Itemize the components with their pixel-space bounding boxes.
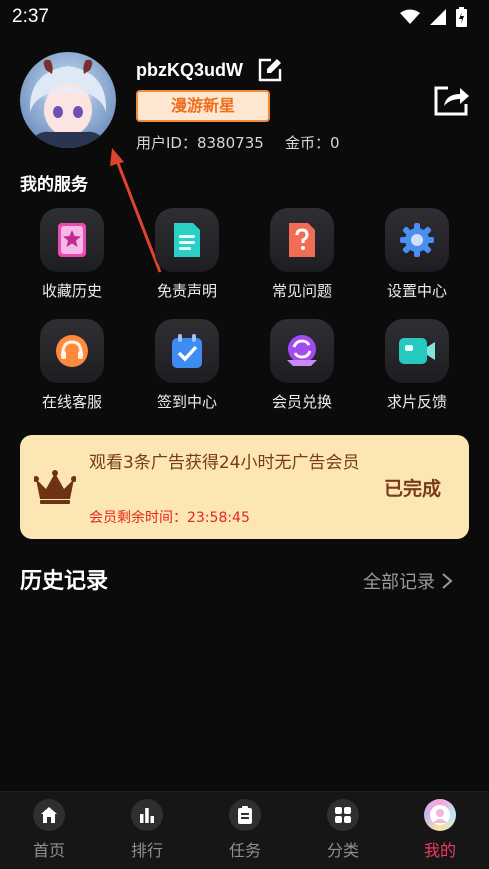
service-faq[interactable]: 常见问题 xyxy=(252,208,352,301)
avatar[interactable] xyxy=(20,52,116,148)
crown-icon xyxy=(34,470,76,504)
document-icon xyxy=(174,223,200,257)
vip-remaining-time: 会员剩余时间：23:58:45 xyxy=(89,510,250,526)
profile-avatar-icon xyxy=(430,805,450,825)
tab-label: 任务 xyxy=(228,841,261,860)
grid-icon xyxy=(335,807,351,823)
checkin-icon xyxy=(172,334,202,368)
service-label: 在线客服 xyxy=(41,393,102,411)
service-icon-wrap xyxy=(270,319,334,383)
tab-icon-wrap xyxy=(33,799,65,831)
tab-label: 首页 xyxy=(32,841,65,860)
service-icon-wrap xyxy=(155,319,219,383)
chart-icon xyxy=(140,808,154,823)
avatar-image xyxy=(20,52,116,148)
coin-balance: 金币：0 xyxy=(285,134,340,152)
tab-tasks[interactable]: 任务 xyxy=(196,792,294,869)
view-all-history-link[interactable]: 全部记录 xyxy=(363,568,453,594)
tab-icon-wrap xyxy=(131,799,163,831)
status-time: 2:37 xyxy=(12,6,49,27)
history-title: 历史记录 xyxy=(20,569,109,594)
tab-ranking[interactable]: 排行 xyxy=(98,792,196,869)
vip-ad-card[interactable]: 观看3条广告获得24小时无广告会员 会员剩余时间：23:58:45 已完成 xyxy=(20,435,469,539)
service-checkin[interactable]: 签到中心 xyxy=(137,319,237,412)
tab-home[interactable]: 首页 xyxy=(0,792,98,869)
tab-categories[interactable]: 分类 xyxy=(294,792,392,869)
service-online-support[interactable]: 在线客服 xyxy=(22,319,122,412)
service-label: 会员兑换 xyxy=(271,393,332,411)
status-bar: 2:37 xyxy=(0,0,489,34)
services-title: 我的服务 xyxy=(20,175,88,195)
video-camera-icon xyxy=(399,338,435,364)
service-icon-wrap xyxy=(270,208,334,272)
vip-offer-text: 观看3条广告获得24小时无广告会员 xyxy=(89,453,360,473)
service-label: 求片反馈 xyxy=(386,393,447,411)
service-icon-wrap xyxy=(40,208,104,272)
view-all-label: 全部记录 xyxy=(363,572,435,593)
gear-icon xyxy=(400,223,434,257)
service-favorites-history[interactable]: 收藏历史 xyxy=(22,208,122,301)
battery-charging-icon xyxy=(456,7,467,27)
vip-status: 已完成 xyxy=(384,478,442,500)
service-icon-wrap xyxy=(385,208,449,272)
service-icon-wrap xyxy=(155,208,219,272)
share-icon[interactable] xyxy=(432,82,470,118)
service-label: 设置中心 xyxy=(386,282,447,300)
exchange-icon xyxy=(287,335,317,366)
service-label: 签到中心 xyxy=(156,393,217,411)
chevron-right-icon xyxy=(442,573,453,589)
service-label: 常见问题 xyxy=(271,282,332,300)
service-icon-wrap xyxy=(40,319,104,383)
wifi-icon xyxy=(400,9,420,24)
bottom-tab-bar: 首页 排行 任务 分类 我的 xyxy=(0,791,489,869)
headset-icon xyxy=(56,335,88,367)
tab-label: 分类 xyxy=(326,841,359,860)
question-doc-icon xyxy=(289,223,315,257)
clipboard-icon xyxy=(238,806,252,824)
service-settings[interactable]: 设置中心 xyxy=(367,208,467,301)
service-label: 收藏历史 xyxy=(41,282,102,300)
service-request-feedback[interactable]: 求片反馈 xyxy=(367,319,467,412)
home-icon xyxy=(41,807,57,823)
service-disclaimer[interactable]: 免责声明 xyxy=(137,208,237,301)
service-vip-exchange[interactable]: 会员兑换 xyxy=(252,319,352,412)
tab-icon-wrap xyxy=(229,799,261,831)
bookmark-star-icon xyxy=(58,223,86,257)
service-icon-wrap xyxy=(385,319,449,383)
tab-icon-wrap xyxy=(327,799,359,831)
username: pbzKQ3udW xyxy=(136,60,243,80)
tab-label: 我的 xyxy=(423,841,456,860)
user-id: 用户ID：8380735 xyxy=(136,134,264,152)
tab-mine[interactable]: 我的 xyxy=(391,792,489,869)
signal-icon xyxy=(430,9,446,25)
tab-label: 排行 xyxy=(130,841,163,860)
edit-icon[interactable] xyxy=(257,57,283,83)
tab-icon-wrap xyxy=(424,799,456,831)
level-badge: 漫游新星 xyxy=(136,90,270,122)
service-label: 免责声明 xyxy=(156,282,217,300)
status-icons xyxy=(400,7,467,27)
